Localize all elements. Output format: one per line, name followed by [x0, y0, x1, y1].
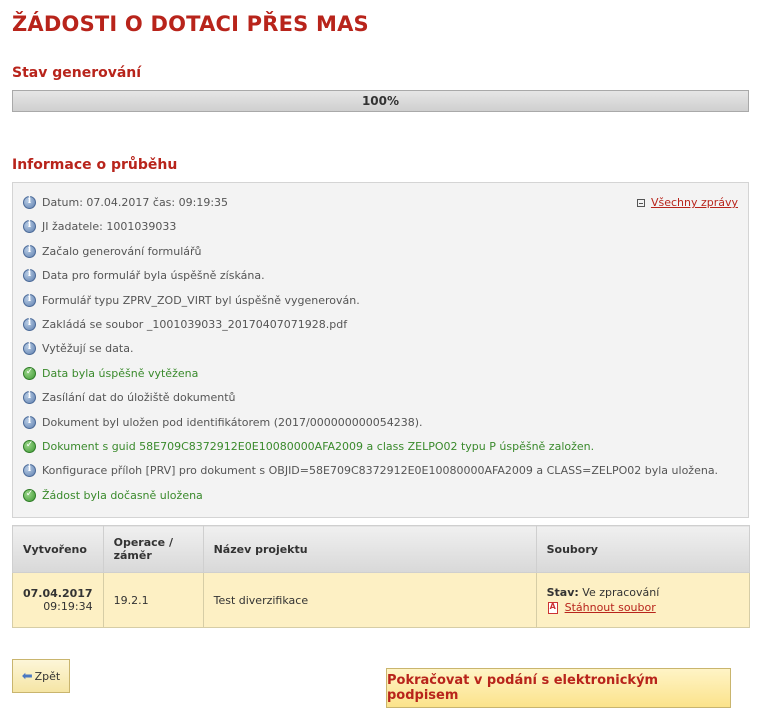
files-cell: Stav: Ve zpracování Stáhnout soubor	[535, 572, 751, 628]
status-value: Ve zpracování	[582, 586, 660, 599]
log-line: Vytěžují se data.	[23, 342, 134, 356]
file-status: Stav: Ve zpracování	[547, 586, 739, 599]
log-line: Datum: 07.04.2017 čas: 09:19:35	[23, 196, 228, 209]
check-icon	[23, 440, 36, 453]
check-icon	[23, 366, 36, 380]
log-line-text: Data pro formulář byla úspěšně získána.	[42, 269, 265, 283]
log-line: Data byla úspěšně vytěžena	[23, 366, 199, 380]
log-line-text: Dokument s guid 58E709C8372912E0E1008000…	[42, 440, 595, 453]
log-line: JI žadatele: 1001039033	[23, 220, 177, 234]
all-messages-link[interactable]: Všechny zprávy	[651, 196, 738, 209]
info-icon	[23, 269, 36, 283]
status-label: Stav:	[546, 586, 579, 599]
log-line-text: Konfigurace příloh [PRV] pro dokument s …	[42, 464, 719, 478]
info-icon	[23, 220, 36, 234]
log-line-text: Začalo generování formulářů	[42, 244, 202, 258]
log-line-text: Žádost byla dočasně uložena	[42, 488, 203, 502]
applications-table: Vytvořeno Operace / záměr Název projektu…	[12, 525, 751, 628]
progress-bar: 100%	[12, 90, 749, 112]
info-heading: Informace o průběhu	[12, 157, 178, 173]
col-operation: Operace / záměr	[102, 525, 204, 573]
log-line-text: Zakládá se soubor _1001039033_2017040707…	[42, 318, 348, 331]
col-files: Soubory	[535, 525, 751, 573]
created-cell: 07.04.2017 09:19:34	[12, 572, 104, 628]
log-line: Zasílání dat do úložiště dokumentů	[23, 391, 236, 405]
log-line: Data pro formulář byla úspěšně získána.	[23, 269, 265, 283]
created-time: 09:19:34	[43, 600, 93, 613]
log-line: Formulář typu ZPRV_ZOD_VIRT byl úspěšně …	[23, 293, 360, 307]
info-icon	[23, 464, 36, 478]
project-name-cell: Test diverzifikace	[202, 572, 537, 628]
log-line-text: Vytěžují se data.	[42, 342, 134, 356]
collapse-icon[interactable]	[636, 198, 645, 207]
created-date: 07.04.2017	[23, 587, 93, 600]
arrow-left-icon: ⬅	[21, 668, 33, 684]
info-icon	[23, 293, 36, 307]
table-row: 07.04.2017 09:19:34 19.2.1 Test diverzif…	[12, 572, 751, 628]
info-icon	[23, 196, 36, 209]
log-line: Konfigurace příloh [PRV] pro dokument s …	[23, 464, 719, 478]
log-line: Dokument s guid 58E709C8372912E0E1008000…	[23, 440, 594, 453]
log-line-text: Formulář typu ZPRV_ZOD_VIRT byl úspěšně …	[42, 293, 360, 307]
download-row[interactable]: Stáhnout soubor	[547, 601, 739, 614]
col-created: Vytvořeno	[12, 525, 104, 573]
log-line: Dokument byl uložen pod identifikátorem …	[23, 415, 423, 429]
log-line: Zakládá se soubor _1001039033_2017040707…	[23, 318, 347, 331]
all-messages-toggle[interactable]: Všechny zprávy	[636, 196, 738, 209]
operation-cell: 19.2.1	[102, 572, 204, 628]
info-icon	[23, 318, 36, 331]
continue-signature-button[interactable]: Pokračovat v podání s elektronickým podp…	[386, 668, 731, 708]
log-line: Začalo generování formulářů	[23, 244, 202, 258]
download-file-link[interactable]: Stáhnout soubor	[565, 601, 656, 614]
check-icon	[23, 488, 36, 502]
log-line-text: JI žadatele: 1001039033	[42, 220, 177, 234]
page-title: ŽÁDOSTI O DOTACI PŘES MAS	[12, 12, 369, 36]
info-icon	[23, 391, 36, 405]
log-line-text: Datum: 07.04.2017 čas: 09:19:35	[42, 196, 229, 209]
col-project-name: Název projektu	[202, 525, 537, 573]
info-icon	[23, 415, 36, 429]
log-line-text: Data byla úspěšně vytěžena	[42, 366, 199, 380]
progress-label: 100%	[361, 94, 400, 108]
continue-button-label: Pokračovat v podání s elektronickým podp…	[387, 673, 659, 703]
log-line: Žádost byla dočasně uložena	[23, 488, 203, 502]
info-icon	[23, 244, 36, 258]
log-line-text: Zasílání dat do úložiště dokumentů	[42, 391, 236, 405]
status-heading: Stav generování	[12, 65, 142, 81]
back-button[interactable]: ⬅ Zpět	[12, 659, 70, 693]
back-button-label: Zpět	[34, 669, 61, 683]
progress-log: Všechny zprávy Datum: 07.04.2017 čas: 09…	[12, 182, 749, 518]
table-header-row: Vytvořeno Operace / záměr Název projektu…	[12, 525, 751, 573]
info-icon	[23, 342, 36, 356]
log-line-text: Dokument byl uložen pod identifikátorem …	[42, 415, 423, 429]
pdf-icon	[547, 602, 559, 614]
